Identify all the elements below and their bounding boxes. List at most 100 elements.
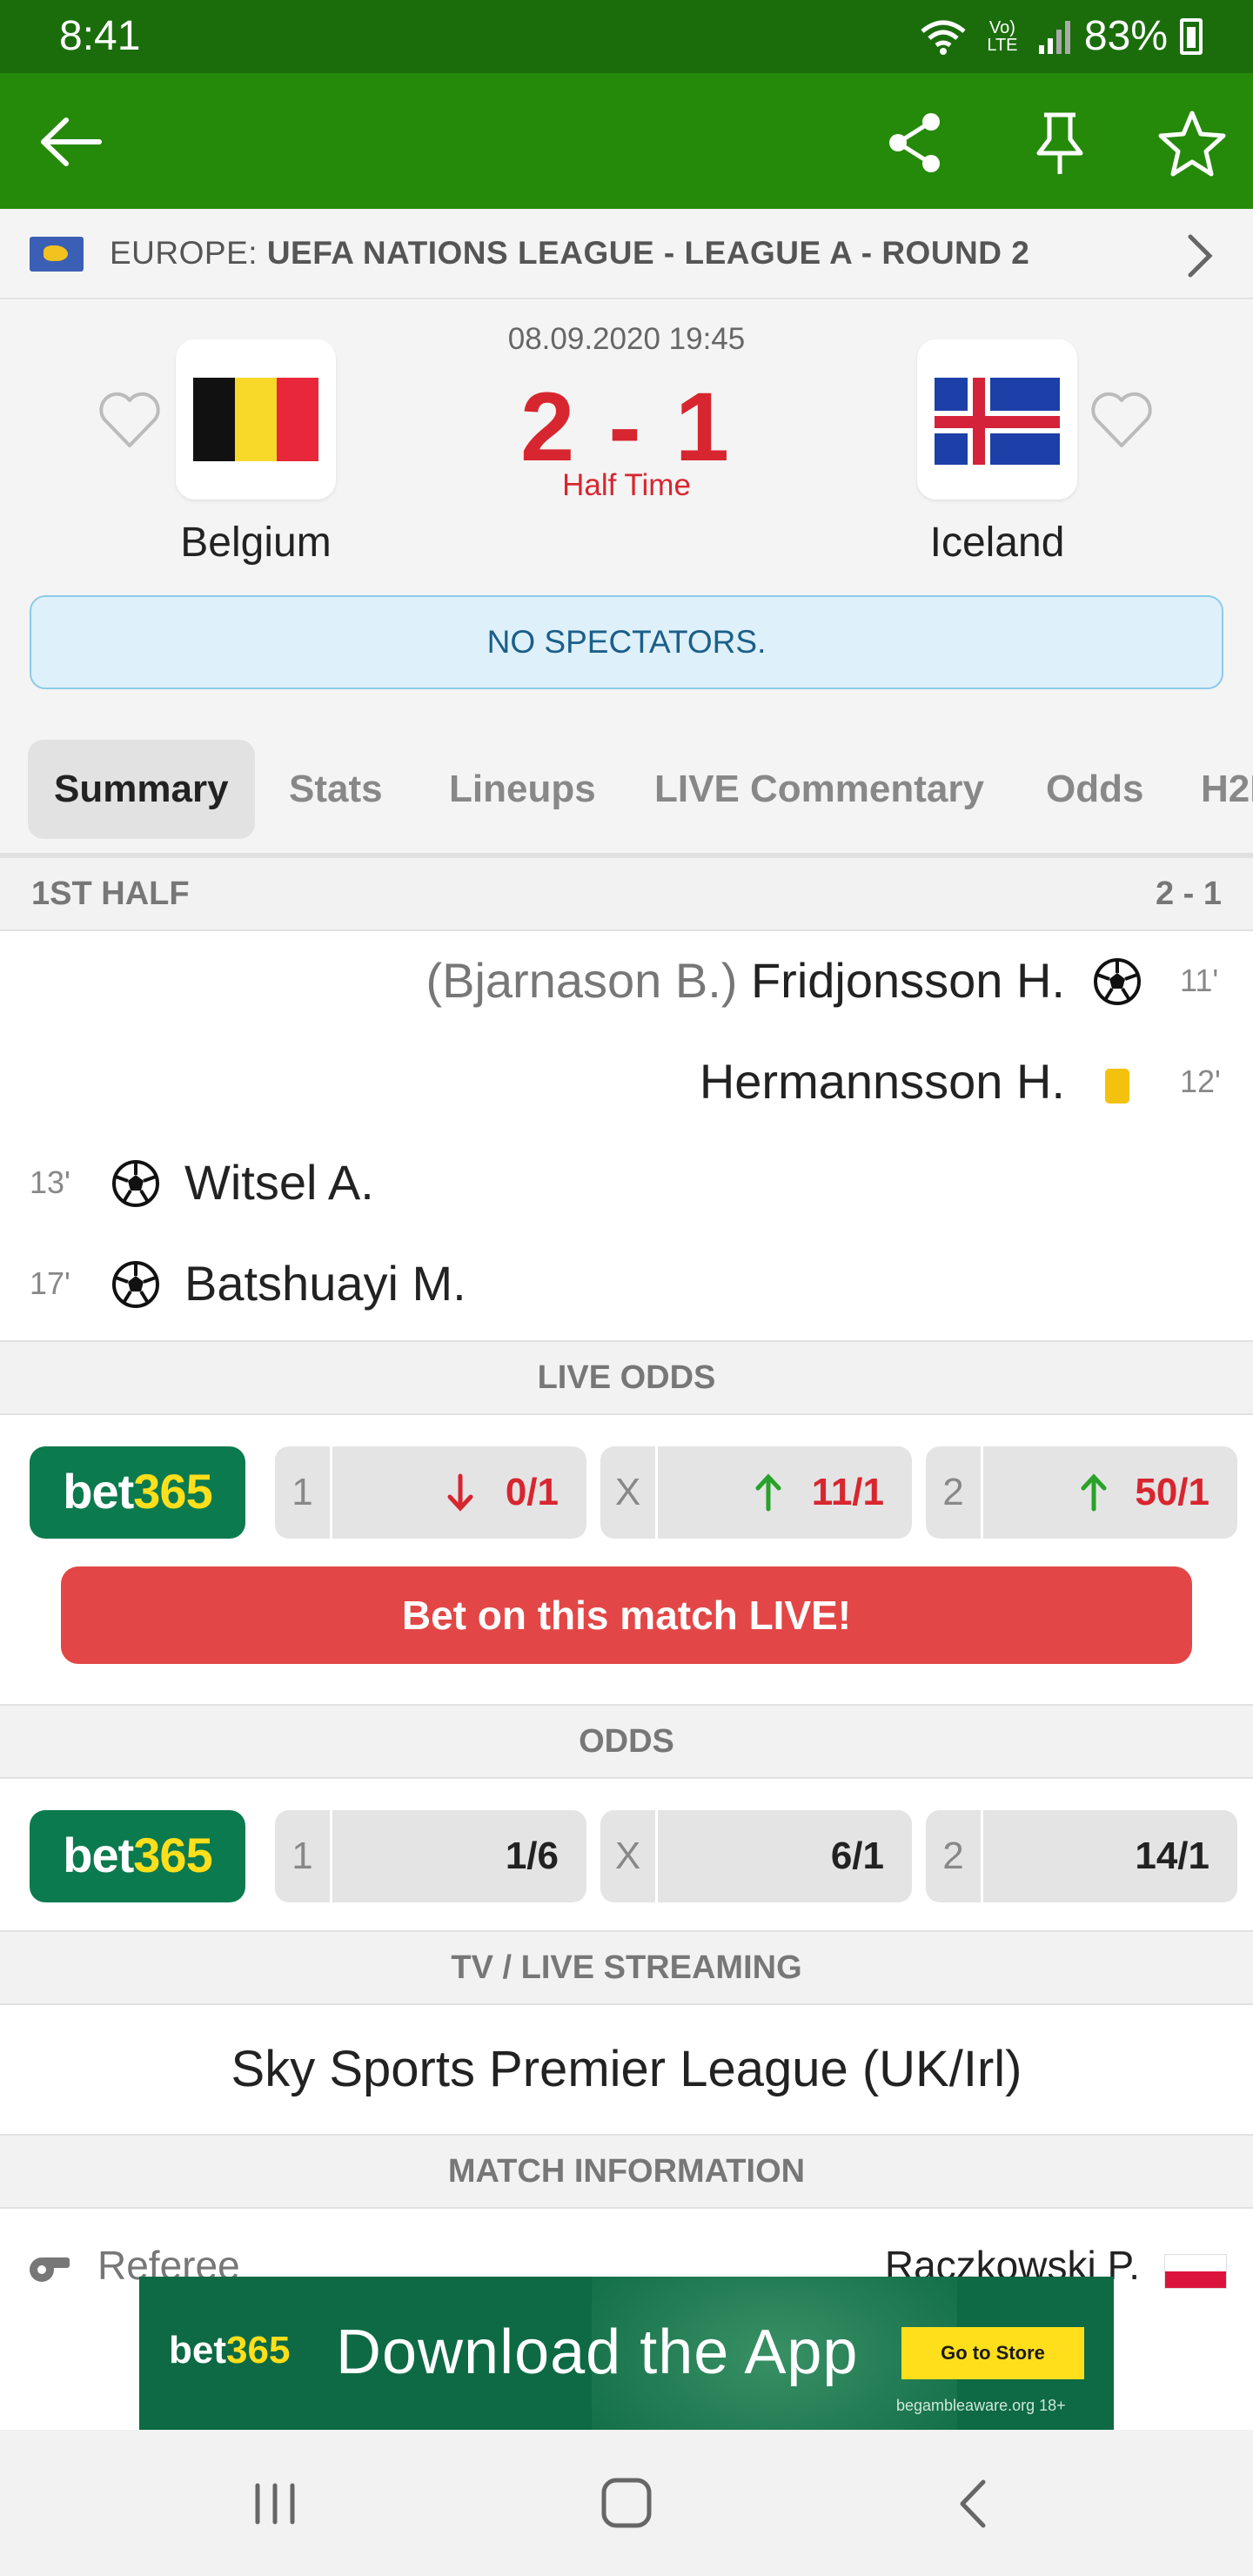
match-notice: NO SPECTATORS.	[30, 595, 1223, 689]
tab-stats[interactable]: Stats	[263, 740, 409, 839]
ad-disclaimer: begambleaware.org 18+	[896, 2397, 1066, 2414]
tab-lineups[interactable]: Lineups	[423, 740, 622, 839]
odd-value: 50/1	[1135, 1471, 1209, 1513]
event-assist: (Bjarnason B.)	[425, 953, 738, 1008]
event-player-name: Batshuayi M.	[184, 1256, 466, 1311]
arrow-up-icon	[755, 1473, 781, 1512]
poland-flag-icon	[1164, 2254, 1227, 2289]
event-player-name: Hermannsson H.	[699, 1054, 1065, 1109]
iceland-flag-icon	[935, 378, 1060, 465]
tab-odds[interactable]: Odds	[1020, 740, 1169, 839]
tab-summary[interactable]: Summary	[28, 740, 255, 839]
region-label: EUROPE:	[110, 235, 258, 271]
arrow-down-icon	[447, 1473, 473, 1512]
first-half-score: 2 - 1	[1155, 875, 1222, 912]
network-label: Vo) LTE	[987, 17, 1018, 55]
soccer-ball-icon	[1094, 958, 1141, 1005]
odd-value: 6/1	[830, 1835, 884, 1877]
ad-banner[interactable]: bet365 Download the App Go to Store bega…	[139, 2277, 1114, 2430]
competition-breadcrumb[interactable]: EUROPE: UEFA NATIONS LEAGUE - LEAGUE A -…	[0, 209, 1253, 299]
event-player-name: Fridjonsson H.	[750, 953, 1065, 1008]
bookmaker-name-a: bet	[63, 1464, 134, 1519]
ad-brand-a: bet	[169, 2329, 226, 2371]
soccer-ball-icon	[112, 1261, 159, 1308]
live-odds-row: bet365 1 0/1 X 11/1 2 50/1	[0, 1415, 1253, 1561]
back-icon[interactable]	[940, 2473, 1009, 2534]
event-row[interactable]: (Bjarnason B.) Fridjonsson H. 11'	[0, 931, 1253, 1032]
bookmaker-name-b: 365	[133, 1828, 212, 1882]
ad-brand-b: 365	[226, 2329, 291, 2371]
live-odd-home[interactable]: 1 0/1	[275, 1446, 586, 1539]
pin-icon[interactable]	[1025, 108, 1095, 178]
tv-channel[interactable]: Sky Sports Premier League (UK/Irl)	[0, 2005, 1253, 2134]
system-nav-bar	[0, 2430, 1253, 2576]
signal-icon	[1038, 20, 1070, 54]
home-icon[interactable]	[592, 2473, 661, 2534]
odd-key: 1	[275, 1810, 332, 1902]
live-odd-away[interactable]: 2 50/1	[926, 1446, 1237, 1539]
status-indicators: Vo) LTE 83%	[919, 12, 1203, 60]
odd-key: X	[600, 1446, 658, 1539]
home-team-name[interactable]: Belgium	[82, 519, 430, 567]
arrow-up-icon	[1081, 1473, 1107, 1512]
event-minute: 12'	[1180, 1063, 1221, 1099]
odd-home[interactable]: 1 1/6	[275, 1810, 586, 1902]
competition-title: EUROPE: UEFA NATIONS LEAGUE - LEAGUE A -…	[110, 235, 1029, 272]
status-time: 8:41	[59, 13, 141, 59]
match-info-header: MATCH INFORMATION	[0, 2134, 1253, 2209]
event-row[interactable]: 17' Batshuayi M.	[0, 1234, 1253, 1335]
live-odd-draw[interactable]: X 11/1	[600, 1446, 912, 1539]
bet365-logo[interactable]: bet365	[30, 1446, 245, 1539]
europe-flag-icon	[30, 237, 84, 272]
event-player: (Bjarnason B.) Fridjonsson H.	[425, 952, 1065, 1009]
yellow-card-icon	[1105, 1069, 1129, 1104]
ad-cta-button[interactable]: Go to Store	[901, 2327, 1084, 2379]
odd-value: 1/6	[505, 1835, 559, 1877]
first-half-title: 1ST HALF	[31, 875, 190, 912]
favorite-away-heart-icon[interactable]	[1089, 390, 1154, 451]
away-team-logo[interactable]	[917, 339, 1077, 500]
odd-key: 2	[926, 1446, 983, 1539]
live-odds-header: LIVE ODDS	[0, 1340, 1253, 1415]
odd-away[interactable]: 2 14/1	[926, 1810, 1237, 1902]
ad-headline: Download the App	[336, 2318, 859, 2387]
event-minute: 13'	[30, 1164, 70, 1200]
tab-live-commentary[interactable]: LIVE Commentary	[628, 740, 1010, 839]
odd-key: X	[600, 1810, 658, 1902]
event-minute: 11'	[1180, 963, 1219, 998]
arrow-left-icon[interactable]	[37, 111, 106, 172]
first-half-header: 1ST HALF 2 - 1	[0, 856, 1253, 931]
event-player: Hermannsson H.	[700, 1053, 1065, 1110]
odd-key: 2	[926, 1810, 983, 1902]
whistle-icon	[30, 2257, 70, 2282]
odd-value: 11/1	[811, 1471, 884, 1513]
bet365-logo[interactable]: bet365	[30, 1810, 245, 1902]
odds-header: ODDS	[0, 1704, 1253, 1779]
event-row[interactable]: Hermannsson H. 12'	[0, 1032, 1253, 1133]
away-team-name[interactable]: Iceland	[823, 519, 1171, 567]
status-bar: 8:41 Vo) LTE 83%	[0, 0, 1253, 73]
recent-apps-icon[interactable]	[240, 2473, 310, 2534]
match-header: Belgium 08.09.2020 19:45 2 - 1 Half Time…	[0, 299, 1253, 717]
event-row[interactable]: 13' Witsel A.	[0, 1133, 1253, 1234]
competition-label: UEFA NATIONS LEAGUE - LEAGUE A - ROUND 2	[266, 235, 1030, 271]
bookmaker-name-a: bet	[63, 1828, 134, 1882]
chevron-right-icon	[1188, 234, 1213, 278]
battery-icon	[1180, 17, 1203, 55]
bet-live-button[interactable]: Bet on this match LIVE!	[61, 1566, 1192, 1664]
wifi-icon	[921, 20, 966, 55]
share-icon[interactable]	[881, 108, 950, 178]
tv-header: TV / LIVE STREAMING	[0, 1930, 1253, 2005]
star-icon[interactable]	[1157, 108, 1227, 178]
odd-value: 14/1	[1135, 1835, 1209, 1877]
event-minute: 17'	[30, 1265, 70, 1301]
tab-h2h[interactable]: H2H	[1175, 740, 1253, 839]
odd-draw[interactable]: X 6/1	[600, 1810, 912, 1902]
event-player-name: Witsel A.	[184, 1155, 374, 1210]
odd-key: 1	[275, 1446, 332, 1539]
app-bar	[0, 73, 1253, 209]
battery-percent: 83%	[1083, 13, 1168, 59]
bookmaker-name-b: 365	[133, 1464, 212, 1519]
ad-brand: bet365	[169, 2329, 290, 2372]
odds-row: bet365 1 1/6 X 6/1 2 14/1	[0, 1779, 1253, 1925]
